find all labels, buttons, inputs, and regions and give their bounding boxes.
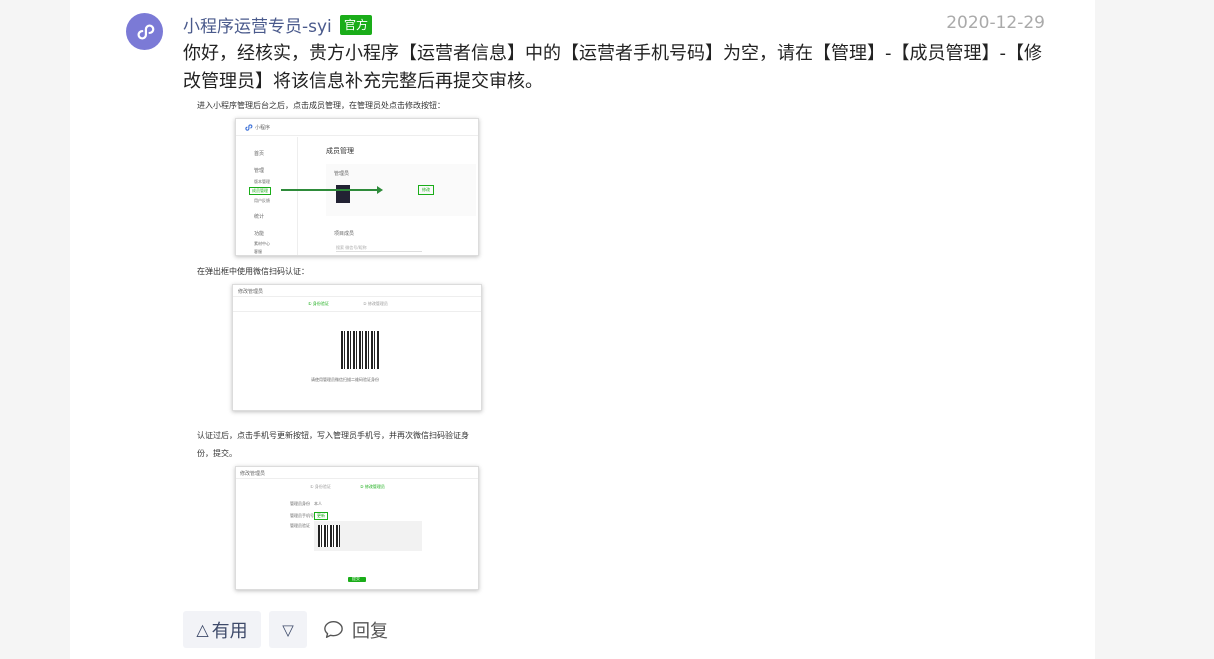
qr-code — [318, 525, 340, 547]
official-badge: 官方 — [340, 15, 373, 35]
post-content: 你好，经核实，贵方小程序【运营者信息】中的【运营者手机号码】为空，请在【管理】-… — [183, 43, 1042, 92]
upvote-icon: △ — [196, 620, 209, 639]
nav-service: 客服 — [254, 249, 262, 254]
useful-label: 有用 — [211, 620, 248, 642]
post-date: 2020-12-29 — [946, 13, 1045, 33]
step-verify: ① 身份验证 — [308, 301, 329, 306]
comment-bubble-icon — [324, 621, 343, 638]
nav-members: 成员管理 — [249, 187, 271, 195]
dialog-title: 修改管理员 — [240, 471, 266, 477]
row-identity-value: 本人 — [314, 501, 322, 506]
qr-hint: 请使用管理员微信扫描二维码验证身份 — [311, 377, 379, 382]
mini-program-logo-icon — [245, 124, 253, 131]
reply-label: 回复 — [352, 620, 388, 642]
guide-step-3-line-2: 份，提交。 — [197, 449, 237, 458]
guide-step-1: 进入小程序管理后台之后，点击成员管理，在管理员处点击修改按钮： — [197, 101, 445, 110]
row-identity-label: 管理员身份 — [290, 501, 310, 506]
nav-version: 版本管理 — [254, 179, 270, 184]
reply-button[interactable]: 回复 — [323, 617, 388, 643]
guide-step-2: 在弹出框中使用微信扫码认证： — [197, 267, 309, 276]
mini-program-icon — [136, 23, 154, 40]
page-title: 成员管理 — [326, 147, 354, 155]
edit-admin-button[interactable]: 修改 — [418, 185, 434, 195]
screenshot-qr-verify[interactable]: 修改管理员 ① 身份验证 ② 修改管理员 请使用管理员微信扫描二维码验证身份 — [232, 284, 482, 411]
row-phone-label: 管理员手机号 — [290, 513, 314, 518]
app-name: 小程序 — [255, 125, 271, 131]
step-modify: ② 修改管理员 — [363, 301, 388, 306]
avatar[interactable] — [126, 13, 163, 50]
step-modify: ② 修改管理员 — [360, 484, 385, 489]
downvote-icon: ▽ — [282, 620, 294, 639]
nav-material: 素材中心 — [254, 241, 270, 246]
useful-button[interactable]: △ 有用 — [183, 611, 261, 648]
screenshot-member-management[interactable]: 小程序 首页 管理 版本管理 成员管理 用户反馈 统计 功能 素材中心 客服 成… — [235, 118, 479, 256]
member-search-input[interactable]: 搜索 微信号/昵称 — [336, 245, 422, 252]
screenshot-update-phone[interactable]: 修改管理员 ① 身份验证 ② 修改管理员 管理员身份 本人 管理员手机号 更新 … — [235, 466, 479, 590]
nav-manage: 管理 — [254, 168, 265, 174]
member-label: 项目成员 — [334, 231, 355, 237]
nav-home: 首页 — [254, 151, 265, 157]
comment-card — [70, 0, 1095, 659]
step-verify: ① 身份验证 — [310, 484, 331, 489]
submit-button[interactable]: 提交 — [352, 576, 360, 582]
author-name[interactable]: 小程序运营专员-syi — [183, 12, 332, 37]
guide-step-3-line-1: 认证过后，点击手机号更新按钮，写入管理员手机号，并再次微信扫码验证身 — [197, 431, 469, 440]
dialog-title: 修改管理员 — [238, 289, 264, 295]
downvote-button[interactable]: ▽ — [269, 611, 307, 648]
nav-features: 功能 — [254, 231, 265, 237]
nav-stats: 统计 — [254, 214, 265, 220]
row-verify-label: 管理员验证 — [290, 523, 310, 528]
nav-feedback: 用户反馈 — [254, 198, 270, 203]
action-bar: △ 有用 ▽ 回复 — [183, 611, 388, 648]
qr-code — [341, 331, 379, 369]
update-phone-button[interactable]: 更新 — [314, 512, 328, 520]
admin-label: 管理员 — [334, 171, 350, 177]
